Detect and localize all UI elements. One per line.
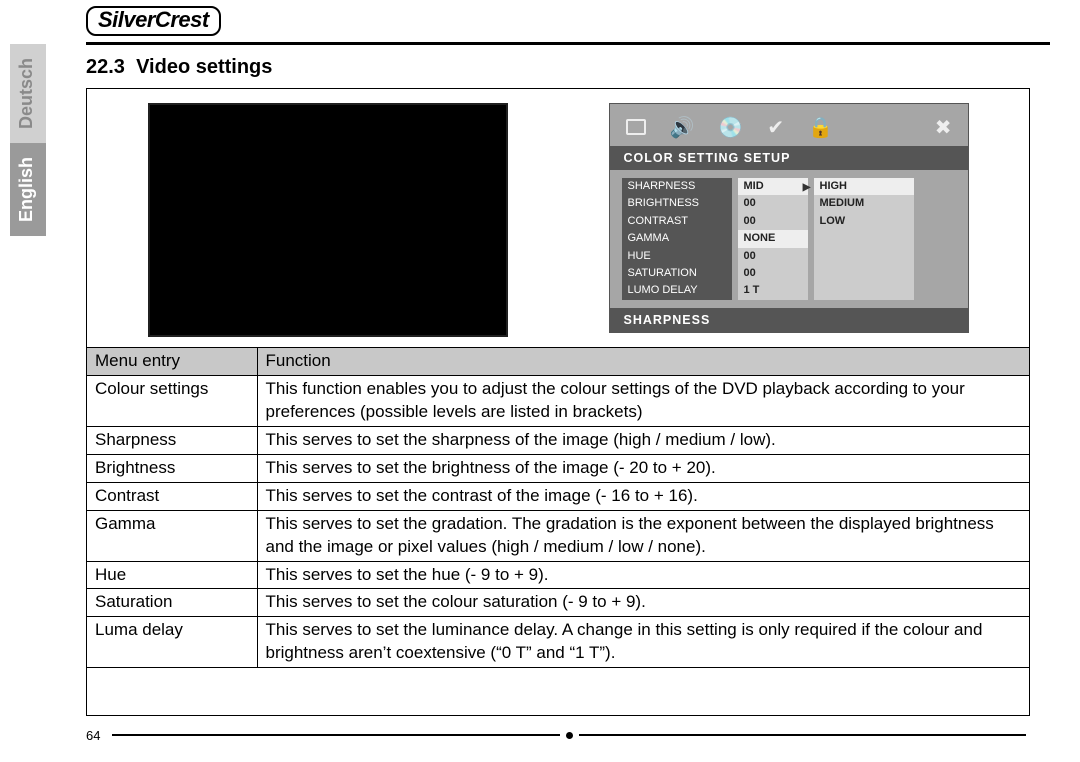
function-cell: This serves to set the hue (- 9 to + 9). — [257, 561, 1029, 589]
function-cell: This serves to set the sharpness of the … — [257, 426, 1029, 454]
table-header: Menu entry — [87, 348, 257, 376]
osd-value-text: MID — [744, 180, 764, 192]
menu-entry-cell: Saturation — [87, 589, 257, 617]
osd-value: 00 — [738, 248, 808, 265]
table-row: Colour settingsThis function enables you… — [87, 375, 1029, 426]
osd-option: HIGH — [814, 178, 914, 195]
osd-value: 1 T — [738, 282, 808, 299]
osd-value: 00 — [738, 213, 808, 230]
footer-rule — [112, 734, 559, 736]
osd-icon-row: 🔊 💿 ✔ 🔒 ✖ — [610, 104, 968, 146]
page-number: 64 — [86, 728, 100, 743]
lang-tab-deutsch: Deutsch — [10, 44, 46, 143]
menu-entry-cell: Contrast — [87, 482, 257, 510]
speaker-icon: 🔊 — [670, 115, 695, 140]
osd-option: LOW — [814, 213, 914, 230]
osd-value: MID ▶ — [738, 178, 808, 195]
footer-rule — [579, 734, 1026, 736]
lock-icon: 🔒 — [808, 115, 833, 140]
table-row: HueThis serves to set the hue (- 9 to + … — [87, 561, 1029, 589]
header-rule — [86, 42, 1050, 45]
table-row: SaturationThis serves to set the colour … — [87, 589, 1029, 617]
osd-panel: 🔊 💿 ✔ 🔒 ✖ COLOR SETTING SETUP SHARPNESS … — [609, 103, 969, 333]
osd-label: SATURATION — [622, 265, 732, 282]
footer-dot-icon — [566, 732, 573, 739]
function-cell: This function enables you to adjust the … — [257, 375, 1029, 426]
osd-value: NONE — [738, 230, 808, 247]
table-row: ContrastThis serves to set the contrast … — [87, 482, 1029, 510]
table-row: BrightnessThis serves to set the brightn… — [87, 454, 1029, 482]
osd-label: GAMMA — [622, 230, 732, 247]
osd-title: COLOR SETTING SETUP — [610, 146, 968, 170]
menu-entry-cell: Sharpness — [87, 426, 257, 454]
table-header: Function — [257, 348, 1029, 376]
chevron-right-icon: ▶ — [803, 181, 811, 195]
display-icon — [626, 119, 646, 135]
settings-table: Menu entry Function Colour settingsThis … — [87, 347, 1029, 668]
check-icon: ✔ — [767, 115, 784, 140]
osd-value-column: MID ▶ 00 00 NONE 00 00 1 T — [738, 178, 808, 300]
table-header-row: Menu entry Function — [87, 348, 1029, 376]
osd-label: LUMO DELAY — [622, 282, 732, 299]
osd-footer: SHARPNESS — [610, 308, 968, 332]
menu-entry-cell: Luma delay — [87, 617, 257, 668]
osd-value: 00 — [738, 265, 808, 282]
menu-entry-cell: Brightness — [87, 454, 257, 482]
function-cell: This serves to set the brightness of the… — [257, 454, 1029, 482]
table-row: GammaThis serves to set the gradation. T… — [87, 510, 1029, 561]
osd-label: SHARPNESS — [622, 178, 732, 195]
osd-label-column: SHARPNESS BRIGHTNESS CONTRAST GAMMA HUE … — [622, 178, 732, 300]
osd-option: MEDIUM — [814, 195, 914, 212]
function-cell: This serves to set the gradation. The gr… — [257, 510, 1029, 561]
osd-value: 00 — [738, 195, 808, 212]
heading-number: 22.3 — [86, 56, 125, 78]
disc-icon: 💿 — [718, 115, 743, 140]
language-tabs: Deutsch English — [10, 44, 46, 236]
table-row: Luma delayThis serves to set the luminan… — [87, 617, 1029, 668]
menu-entry-cell: Gamma — [87, 510, 257, 561]
function-cell: This serves to set the luminance delay. … — [257, 617, 1029, 668]
menu-entry-cell: Hue — [87, 561, 257, 589]
section-heading: 22.3 Video settings — [86, 56, 272, 79]
function-cell: This serves to set the contrast of the i… — [257, 482, 1029, 510]
brand-logo: SilverCrest — [86, 6, 221, 36]
menu-entry-cell: Colour settings — [87, 375, 257, 426]
lang-tab-english: English — [10, 143, 46, 236]
osd-label: HUE — [622, 248, 732, 265]
heading-title: Video settings — [136, 56, 272, 78]
osd-label: BRIGHTNESS — [622, 195, 732, 212]
osd-options-column: HIGH MEDIUM LOW — [814, 178, 914, 300]
content-frame: 🔊 💿 ✔ 🔒 ✖ COLOR SETTING SETUP SHARPNESS … — [86, 88, 1030, 716]
page-footer: 64 — [86, 726, 1030, 744]
close-icon: ✖ — [935, 115, 952, 140]
preview-screen-blank — [148, 103, 508, 337]
osd-label: CONTRAST — [622, 213, 732, 230]
function-cell: This serves to set the colour saturation… — [257, 589, 1029, 617]
table-row: SharpnessThis serves to set the sharpnes… — [87, 426, 1029, 454]
